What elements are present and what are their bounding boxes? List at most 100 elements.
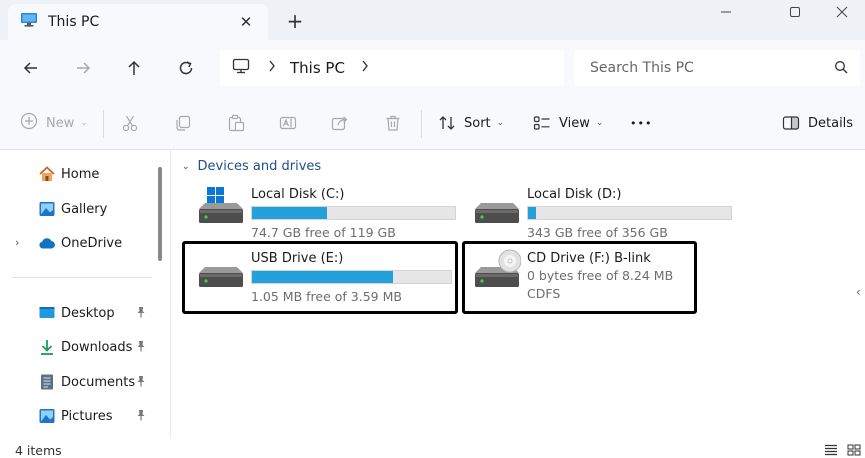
share-button[interactable]	[331, 110, 349, 136]
chevron-right-icon[interactable]: ›	[15, 236, 19, 249]
search-box[interactable]	[574, 50, 860, 86]
copy-icon	[176, 115, 191, 131]
sidebar-item-documents[interactable]: Documents	[0, 367, 150, 397]
close-icon	[836, 6, 848, 18]
breadcrumb-this-pc[interactable]: This PC	[290, 59, 345, 77]
sidebar-divider	[12, 277, 152, 278]
sort-button[interactable]: Sort ⌄	[438, 110, 504, 136]
forward-button[interactable]	[67, 52, 99, 84]
scissors-icon	[122, 115, 138, 132]
trash-icon	[386, 115, 400, 131]
pin-icon[interactable]	[136, 375, 146, 391]
item-count: 4 items	[15, 443, 62, 458]
section-title: Devices and drives	[197, 159, 322, 174]
chevron-left-icon[interactable]: ‹	[856, 285, 861, 299]
drive-item-e[interactable]: USB Drive (E:) 1.05 MB free of 3.59 MB	[185, 249, 455, 313]
download-icon	[38, 338, 56, 356]
chevron-down-icon: ⌄	[496, 118, 505, 128]
close-window-button[interactable]	[820, 0, 864, 24]
close-tab-button[interactable]: ✕	[236, 12, 256, 32]
status-bar: 4 items	[0, 438, 865, 458]
section-devices-and-drives[interactable]: ⌄ Devices and drives	[182, 159, 321, 174]
share-icon	[331, 116, 348, 131]
search-icon[interactable]	[834, 60, 848, 78]
document-icon	[38, 373, 56, 391]
command-bar: New ⌄ Sort ⌄ View ⌄ ••• Details	[0, 96, 865, 150]
tab-title: This PC	[48, 14, 100, 30]
up-button[interactable]	[118, 52, 150, 84]
rename-button[interactable]	[279, 110, 297, 136]
navigation-pane: Home Gallery › OneDrive Desktop Download…	[0, 150, 155, 438]
navigation-bar: This PC	[0, 40, 865, 96]
sidebar-item-gallery[interactable]: Gallery	[0, 194, 150, 224]
copy-button[interactable]	[174, 110, 192, 136]
more-options-button[interactable]: •••	[630, 110, 652, 136]
pictures-icon	[38, 407, 56, 425]
arrow-right-icon	[77, 62, 91, 74]
pane-divider	[170, 150, 171, 438]
tab-this-pc[interactable]: This PC ✕	[8, 4, 268, 40]
chevron-down-icon: ⌄	[595, 118, 604, 128]
sort-icon	[439, 116, 455, 130]
chevron-down-icon: ⌄	[80, 118, 88, 128]
sidebar-item-desktop[interactable]: Desktop	[0, 298, 150, 328]
maximize-icon	[790, 7, 800, 17]
toolbar-divider	[421, 110, 422, 138]
cloud-icon	[38, 234, 56, 252]
plus-circle-icon	[20, 112, 38, 134]
rename-icon	[279, 116, 297, 130]
sidebar-item-home[interactable]: Home	[0, 159, 150, 189]
details-pane-icon	[782, 116, 800, 130]
sidebar-item-onedrive[interactable]: › OneDrive	[0, 228, 150, 258]
drive-item-f[interactable]: CD Drive (F:) B-link 0 bytes free of 8.2…	[461, 249, 691, 313]
pin-icon[interactable]	[136, 409, 146, 425]
cd-drive-icon	[473, 249, 522, 293]
details-button[interactable]: Details	[782, 110, 853, 136]
drive-usage-fill	[252, 207, 328, 219]
sidebar-item-pictures[interactable]: Pictures	[0, 401, 150, 431]
minimize-icon	[721, 11, 731, 13]
gallery-icon	[38, 200, 56, 218]
drive-usage-bar	[251, 270, 452, 284]
drive-filesystem: CDFS	[527, 286, 561, 301]
sidebar-item-label: Downloads	[61, 339, 133, 355]
chevron-right-icon[interactable]	[268, 60, 276, 76]
search-input[interactable]	[590, 60, 820, 76]
drive-item-d[interactable]: Local Disk (D:) 343 GB free of 356 GB	[461, 185, 732, 249]
drive-free-space: 0 bytes free of 8.24 MB	[527, 268, 674, 283]
drive-name: Local Disk (C:)	[251, 187, 345, 202]
drive-free-space: 74.7 GB free of 119 GB	[251, 225, 396, 240]
arrow-up-icon	[128, 60, 140, 75]
address-bar[interactable]: This PC	[220, 50, 564, 86]
drive-name: CD Drive (F:) B-link	[527, 251, 651, 266]
drive-item-c[interactable]: Local Disk (C:) 74.7 GB free of 119 GB	[185, 185, 456, 249]
minimize-button[interactable]	[704, 0, 748, 24]
paste-button[interactable]	[227, 110, 245, 136]
view-button[interactable]: View ⌄	[533, 110, 603, 136]
title-bar: This PC ✕ +	[0, 0, 865, 40]
new-tab-button[interactable]: +	[284, 10, 306, 32]
back-button[interactable]	[15, 52, 47, 84]
new-button[interactable]: New ⌄	[20, 110, 88, 136]
sort-button-label: Sort	[464, 115, 491, 131]
cut-button[interactable]	[121, 110, 139, 136]
sidebar-item-label: Documents	[61, 374, 136, 390]
view-button-label: View	[559, 115, 590, 131]
sidebar-scrollbar[interactable]	[158, 167, 162, 261]
refresh-button[interactable]	[170, 52, 202, 84]
sidebar-item-label: OneDrive	[61, 235, 123, 251]
pin-icon[interactable]	[136, 340, 146, 356]
drive-free-space: 343 GB free of 356 GB	[527, 225, 668, 240]
sidebar-item-label: Pictures	[61, 408, 113, 424]
chevron-right-icon[interactable]	[361, 60, 369, 76]
maximize-button[interactable]	[773, 0, 817, 24]
view-icon	[533, 116, 550, 130]
details-button-label: Details	[808, 115, 854, 131]
sidebar-item-downloads[interactable]: Downloads	[0, 332, 150, 362]
tiles-view-icon[interactable]	[847, 444, 863, 458]
pin-icon[interactable]	[136, 306, 146, 322]
windows-drive-icon	[197, 187, 245, 231]
sidebar-item-label: Home	[61, 166, 100, 182]
delete-button[interactable]	[384, 110, 402, 136]
details-view-icon[interactable]	[824, 444, 840, 458]
